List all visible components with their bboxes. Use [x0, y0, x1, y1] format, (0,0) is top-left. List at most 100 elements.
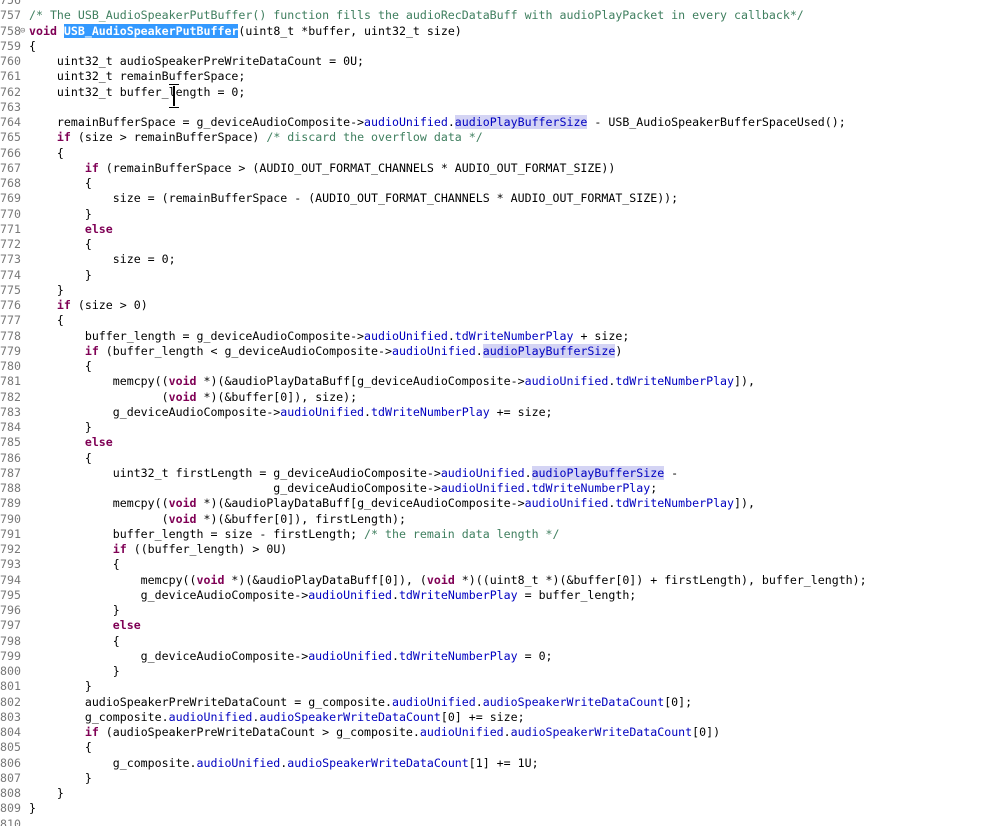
- code-text[interactable]: }: [29, 771, 92, 786]
- code-line[interactable]: 810: [0, 817, 999, 826]
- code-text[interactable]: /* The USB_AudioSpeakerPutBuffer() funct…: [29, 8, 804, 23]
- code-text[interactable]: if (remainBufferSpace > (AUDIO_OUT_FORMA…: [29, 161, 616, 176]
- code-text[interactable]: g_deviceAudioComposite->audioUnified.tdW…: [29, 649, 553, 664]
- code-text[interactable]: uint32_t audioSpeakerPreWriteDataCount =…: [29, 54, 364, 69]
- code-line[interactable]: 760 uint32_t audioSpeakerPreWriteDataCou…: [0, 54, 999, 69]
- code-line[interactable]: 790 (void *)(&buffer[0]), firstLength);: [0, 512, 999, 527]
- code-line[interactable]: 779 if (buffer_length < g_deviceAudioCom…: [0, 343, 999, 359]
- code-line[interactable]: 775 }: [0, 283, 999, 298]
- code-text[interactable]: else: [29, 618, 141, 633]
- code-line[interactable]: 773 size = 0;: [0, 252, 999, 267]
- code-line[interactable]: 772 {: [0, 237, 999, 252]
- code-line[interactable]: 783 g_deviceAudioComposite->audioUnified…: [0, 405, 999, 420]
- fold-collapse-icon[interactable]: ⊖: [20, 24, 28, 39]
- code-line[interactable]: 767 if (remainBufferSpace > (AUDIO_OUT_F…: [0, 161, 999, 176]
- code-text[interactable]: {: [29, 237, 92, 252]
- code-line[interactable]: 780 {: [0, 359, 999, 374]
- code-text[interactable]: {: [29, 146, 64, 161]
- code-line[interactable]: 807 }: [0, 771, 999, 786]
- code-text[interactable]: void USB_AudioSpeakerPutBuffer(uint8_t *…: [29, 23, 462, 39]
- code-text[interactable]: size = (remainBufferSpace - (AUDIO_OUT_F…: [29, 191, 678, 206]
- code-line[interactable]: 792 if ((buffer_length) > 0U): [0, 542, 999, 557]
- code-text[interactable]: {: [29, 634, 120, 649]
- code-line[interactable]: 758 ⊖ void USB_AudioSpeakerPutBuffer(uint8…: [0, 23, 999, 39]
- code-text[interactable]: if (size > 0): [29, 298, 148, 313]
- code-text[interactable]: }: [29, 207, 92, 222]
- code-line[interactable]: 761 uint32_t remainBufferSpace;: [0, 69, 999, 84]
- code-text[interactable]: if (size > remainBufferSpace) /* discard…: [29, 130, 483, 145]
- code-text[interactable]: }: [29, 679, 92, 694]
- code-text[interactable]: {: [29, 451, 92, 466]
- code-text[interactable]: }: [29, 283, 64, 298]
- code-text[interactable]: {: [29, 359, 92, 374]
- code-line[interactable]: 793 {: [0, 557, 999, 572]
- code-line[interactable]: 787 uint32_t firstLength = g_deviceAudio…: [0, 465, 999, 481]
- code-line[interactable]: 762 uint32_t buffer_length = 0;: [0, 85, 999, 100]
- code-line[interactable]: 799 g_deviceAudioComposite->audioUnified…: [0, 649, 999, 664]
- code-line[interactable]: 765 if (size > remainBufferSpace) /* dis…: [0, 130, 999, 145]
- code-text[interactable]: {: [29, 557, 120, 572]
- code-text[interactable]: (void *)(&buffer[0]), firstLength);: [29, 512, 406, 527]
- code-text[interactable]: audioSpeakerPreWriteDataCount = g_compos…: [29, 695, 692, 710]
- code-text[interactable]: }: [29, 801, 36, 816]
- code-line[interactable]: 759 {: [0, 39, 999, 54]
- code-line[interactable]: 778 buffer_length = g_deviceAudioComposi…: [0, 329, 999, 344]
- code-text[interactable]: buffer_length = size - firstLength; /* t…: [29, 527, 560, 542]
- code-line[interactable]: 776 if (size > 0): [0, 298, 999, 313]
- code-line[interactable]: 791 buffer_length = size - firstLength; …: [0, 527, 999, 542]
- code-line[interactable]: 782 (void *)(&buffer[0]), size);: [0, 390, 999, 405]
- code-line[interactable]: 785 else: [0, 435, 999, 450]
- code-text[interactable]: uint32_t remainBufferSpace;: [29, 69, 245, 84]
- code-line[interactable]: 771 else: [0, 222, 999, 237]
- code-line[interactable]: 809}: [0, 801, 999, 816]
- code-text[interactable]: }: [29, 420, 92, 435]
- code-text[interactable]: }: [29, 603, 120, 618]
- code-text[interactable]: g_composite.audioUnified.audioSpeakerWri…: [29, 756, 539, 771]
- code-line[interactable]: 803 g_composite.audioUnified.audioSpeake…: [0, 710, 999, 725]
- code-text[interactable]: g_deviceAudioComposite->audioUnified.tdW…: [29, 405, 553, 420]
- code-editor[interactable]: 756 757 /* The USB_AudioSpeakerPutBuffer()…: [0, 0, 999, 826]
- code-text[interactable]: else: [29, 435, 113, 450]
- code-line[interactable]: 801 }: [0, 679, 999, 694]
- code-line[interactable]: 808 }: [0, 786, 999, 801]
- code-line[interactable]: 805 {: [0, 740, 999, 755]
- code-line[interactable]: 788 g_deviceAudioComposite->audioUnified…: [0, 481, 999, 496]
- code-text[interactable]: (void *)(&buffer[0]), size);: [29, 390, 357, 405]
- code-line[interactable]: 768 {: [0, 176, 999, 191]
- code-line[interactable]: 789 memcpy((void *)(&audioPlayDataBuff[g…: [0, 496, 999, 511]
- code-text[interactable]: uint32_t firstLength = g_deviceAudioComp…: [29, 465, 678, 481]
- code-line[interactable]: 806 g_composite.audioUnified.audioSpeake…: [0, 756, 999, 771]
- code-text[interactable]: g_deviceAudioComposite->audioUnified.tdW…: [29, 588, 637, 603]
- code-text[interactable]: g_composite.audioUnified.audioSpeakerWri…: [29, 710, 525, 725]
- code-text[interactable]: buffer_length = g_deviceAudioComposite->…: [29, 329, 629, 344]
- code-line[interactable]: 786 {: [0, 451, 999, 466]
- code-line[interactable]: 800 }: [0, 664, 999, 679]
- code-line[interactable]: 784 }: [0, 420, 999, 435]
- code-line[interactable]: 756: [0, 0, 999, 8]
- code-text[interactable]: size = 0;: [29, 252, 176, 267]
- code-line[interactable]: 797 else: [0, 618, 999, 633]
- code-text[interactable]: {: [29, 313, 64, 328]
- code-line[interactable]: 774 }: [0, 268, 999, 283]
- code-text[interactable]: uint32_t buffer_length = 0;: [29, 85, 245, 100]
- code-line[interactable]: 794 memcpy((void *)(&audioPlayDataBuff[0…: [0, 573, 999, 588]
- code-line[interactable]: 781 memcpy((void *)(&audioPlayDataBuff[g…: [0, 374, 999, 389]
- code-line[interactable]: 769 size = (remainBufferSpace - (AUDIO_O…: [0, 191, 999, 206]
- code-text[interactable]: memcpy((void *)(&audioPlayDataBuff[g_dev…: [29, 496, 755, 511]
- code-text[interactable]: g_deviceAudioComposite->audioUnified.tdW…: [29, 481, 657, 496]
- code-line[interactable]: 795 g_deviceAudioComposite->audioUnified…: [0, 588, 999, 603]
- code-text[interactable]: {: [29, 176, 92, 191]
- code-line[interactable]: 763: [0, 100, 999, 115]
- code-line[interactable]: 770 }: [0, 207, 999, 222]
- code-line[interactable]: 757 /* The USB_AudioSpeakerPutBuffer() fu…: [0, 8, 999, 23]
- code-text[interactable]: if (buffer_length < g_deviceAudioComposi…: [29, 343, 622, 359]
- code-text[interactable]: memcpy((void *)(&audioPlayDataBuff[g_dev…: [29, 374, 755, 389]
- code-line[interactable]: 777 {: [0, 313, 999, 328]
- code-line[interactable]: 764 remainBufferSpace = g_deviceAudioCom…: [0, 115, 999, 130]
- code-text[interactable]: {: [29, 740, 92, 755]
- code-text[interactable]: else: [29, 222, 113, 237]
- code-text[interactable]: {: [29, 39, 36, 54]
- code-line[interactable]: 766 {: [0, 146, 999, 161]
- code-text[interactable]: }: [29, 268, 92, 283]
- code-line[interactable]: 798 {: [0, 634, 999, 649]
